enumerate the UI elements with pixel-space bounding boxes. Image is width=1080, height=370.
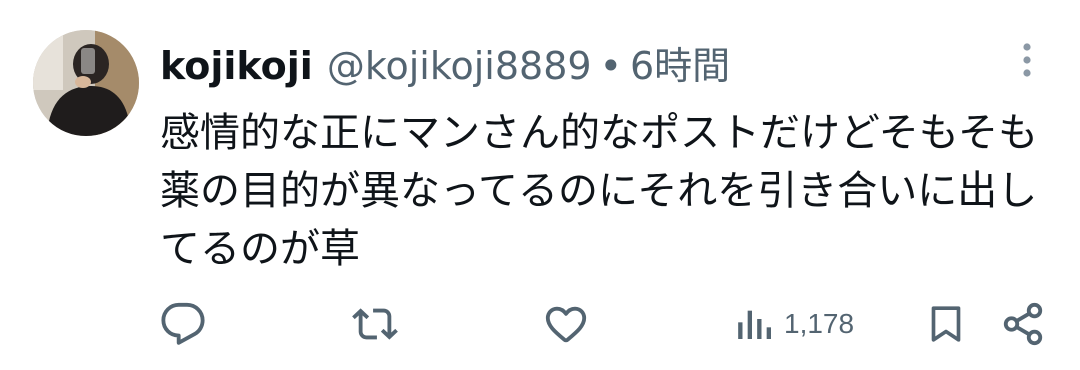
like-icon xyxy=(545,306,587,343)
like-button[interactable] xyxy=(543,298,589,350)
views-count: 1,178 xyxy=(784,308,855,339)
bookmark-icon xyxy=(931,306,961,342)
reply-button[interactable] xyxy=(160,298,206,350)
action-bar: 1,178 xyxy=(0,298,1080,350)
retweet-icon xyxy=(352,308,398,340)
share-button[interactable] xyxy=(1000,298,1046,350)
views-icon xyxy=(738,310,771,339)
retweet-button[interactable] xyxy=(352,298,398,350)
timestamp[interactable]: 6時間 xyxy=(630,38,730,94)
tweet-text: 感情的な正にマンさん的なポストだけどそもそも薬の目的が異なってるのにそれを引き合… xyxy=(160,110,1038,272)
more-options-button[interactable] xyxy=(1010,40,1044,80)
tweet[interactable]: kojikoji @kojikoji8889 • 6時間 感情的な正にマンさん的… xyxy=(0,0,1080,370)
user-handle[interactable]: @kojikoji8889 xyxy=(327,38,592,94)
more-vertical-icon xyxy=(1023,43,1031,77)
bookmark-button[interactable] xyxy=(926,298,966,350)
display-name[interactable]: kojikoji xyxy=(160,38,313,94)
share-icon xyxy=(1003,302,1043,346)
avatar-image xyxy=(33,30,139,136)
separator-dot: • xyxy=(599,44,622,88)
reply-icon xyxy=(161,302,205,345)
tweet-header: kojikoji @kojikoji8889 • 6時間 xyxy=(160,38,730,94)
views-button[interactable]: 1,178 xyxy=(734,298,854,350)
avatar[interactable] xyxy=(33,30,139,136)
